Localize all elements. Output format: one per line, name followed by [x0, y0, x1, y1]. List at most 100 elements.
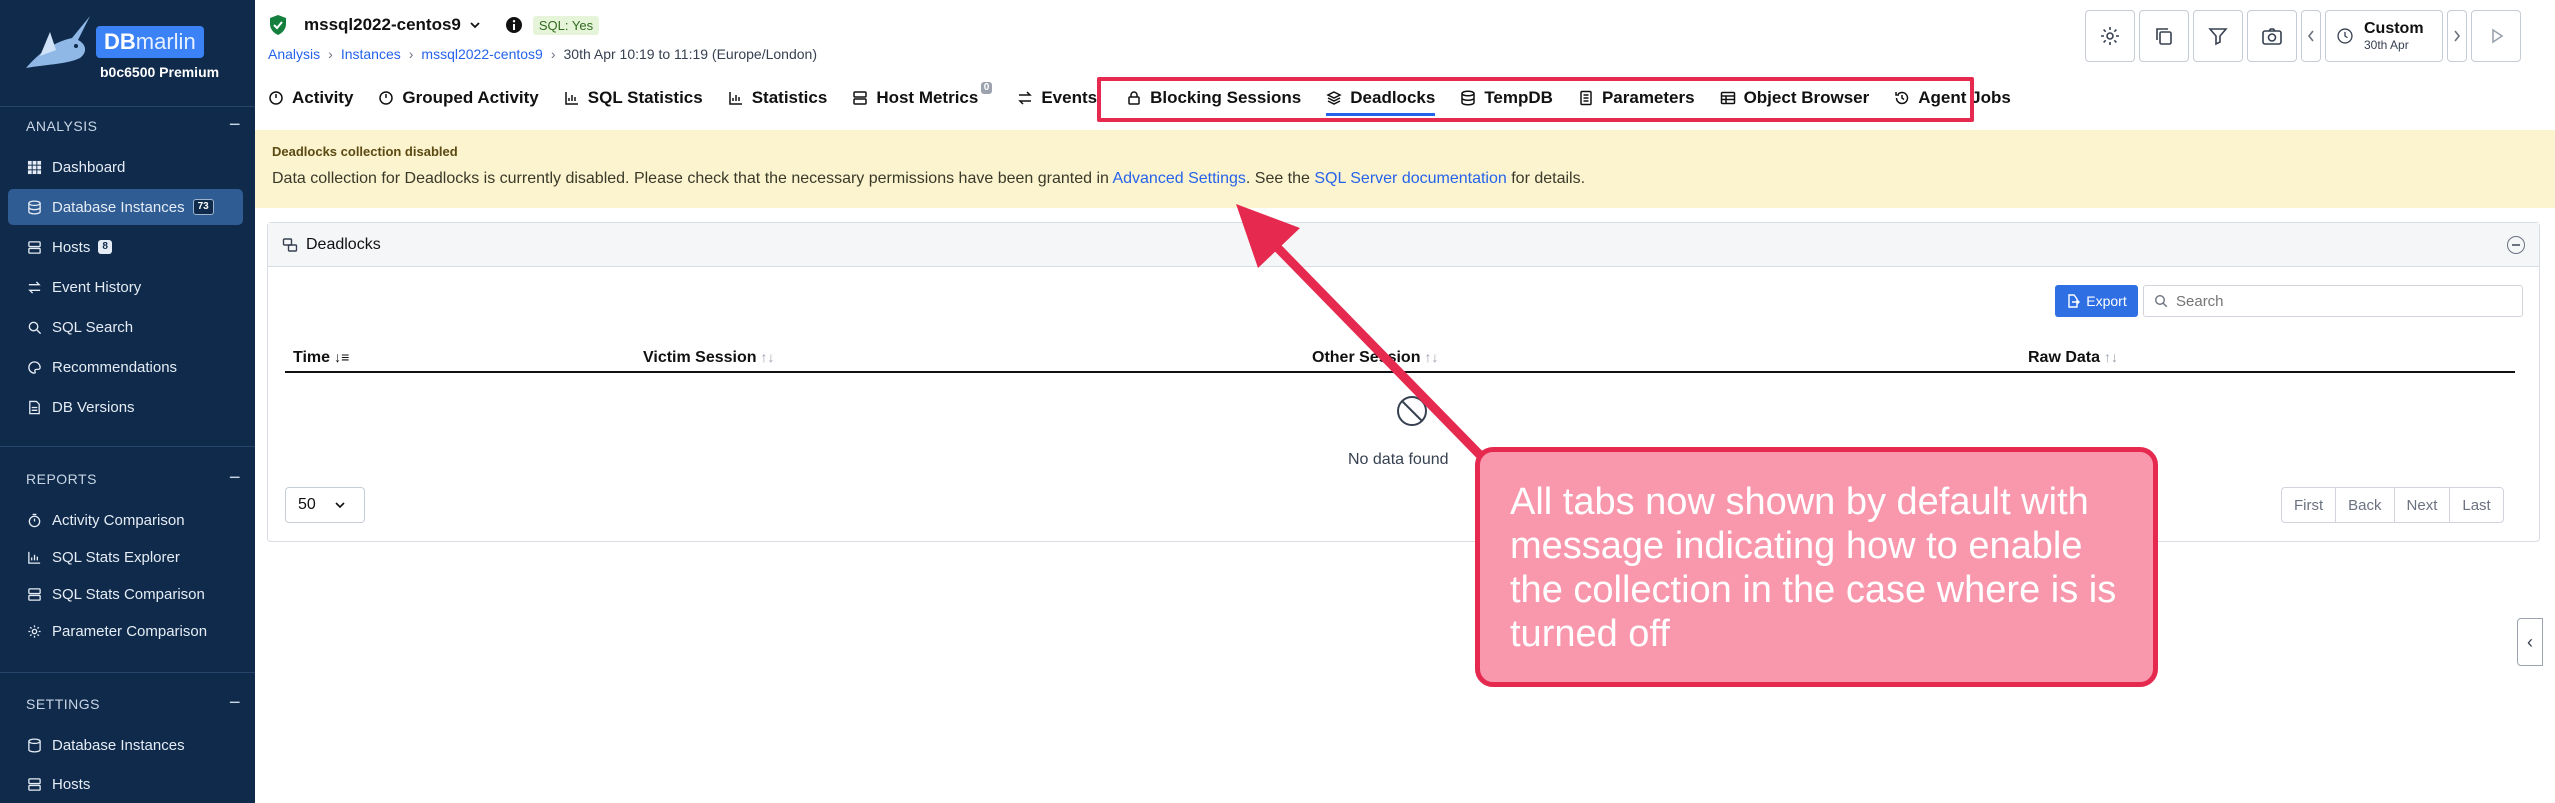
- count-badge: 8: [98, 240, 112, 254]
- marlin-logo-icon: [26, 16, 90, 68]
- sidebar-item-label: Hosts: [52, 775, 91, 793]
- chevron-left-icon: [2307, 30, 2314, 42]
- panel-title: Deadlocks: [306, 235, 381, 253]
- tab-label: Statistics: [751, 88, 828, 107]
- sidebar-item-sql-stats-comparison[interactable]: SQL Stats Comparison: [8, 576, 243, 612]
- logo[interactable]: DBmarlin b0c6500 Premium: [20, 12, 250, 92]
- filter-button[interactable]: [2193, 10, 2243, 62]
- breadcrumb-instances[interactable]: Instances: [341, 46, 401, 62]
- breadcrumb-analysis[interactable]: Analysis: [268, 46, 320, 62]
- chart-icon: [728, 92, 742, 105]
- sidebar-item-settings-hosts[interactable]: Hosts: [8, 766, 243, 802]
- sort-desc-icon[interactable]: ↓≡: [334, 349, 349, 365]
- column-label: Time: [293, 349, 331, 366]
- copy-button[interactable]: [2139, 10, 2189, 62]
- first-page-button[interactable]: First: [2282, 488, 2337, 522]
- search-input[interactable]: [2176, 292, 2496, 310]
- server-icon: [853, 91, 868, 105]
- sidebar-item-dashboard[interactable]: Dashboard: [8, 149, 243, 185]
- sidebar-item-activity-comparison[interactable]: Activity Comparison: [8, 502, 243, 538]
- timer-icon: [379, 91, 394, 105]
- sidebar-item-event-history[interactable]: Event History: [8, 269, 243, 305]
- collapse-icon[interactable]: −: [229, 692, 241, 715]
- sidebar-item-label: Recommendations: [52, 358, 178, 376]
- play-button[interactable]: [2471, 10, 2521, 62]
- column-other-session[interactable]: Other Session ↑↓: [1312, 349, 1438, 367]
- sort-icon[interactable]: ↑↓: [1424, 349, 1438, 365]
- sidebar-item-sql-search[interactable]: SQL Search: [8, 309, 243, 345]
- instance-selector[interactable]: mssql2022-centos9: [304, 15, 481, 35]
- divider: [0, 106, 255, 107]
- info-icon[interactable]: [505, 16, 523, 34]
- section-reports[interactable]: REPORTS −: [26, 467, 241, 489]
- column-victim-session[interactable]: Victim Session ↑↓: [643, 349, 775, 367]
- annotation-text: All tabs now shown by default with messa…: [1510, 481, 2117, 655]
- sidebar-item-label: DB Versions: [52, 398, 135, 416]
- collapse-panel-icon[interactable]: [2507, 236, 2525, 254]
- sidebar-item-label: SQL Stats Comparison: [52, 585, 205, 603]
- advanced-settings-link[interactable]: Advanced Settings: [1112, 170, 1245, 187]
- column-raw-data[interactable]: Raw Data ↑↓: [2028, 349, 2118, 367]
- sidebar-item-hosts[interactable]: Hosts 8: [8, 229, 243, 265]
- time-back-button[interactable]: [2301, 10, 2321, 62]
- tab-statistics[interactable]: Statistics: [728, 84, 828, 112]
- section-label: REPORTS: [26, 471, 97, 487]
- section-label: SETTINGS: [26, 696, 101, 712]
- time-range-button[interactable]: Custom 30th Apr: [2325, 10, 2443, 62]
- collapse-icon[interactable]: −: [229, 114, 241, 137]
- chevron-left-icon: ‹: [2527, 631, 2533, 652]
- sql-status-badge: SQL: Yes: [532, 15, 600, 35]
- sidebar-item-label: SQL Search: [52, 318, 134, 336]
- section-settings[interactable]: SETTINGS −: [26, 692, 241, 714]
- settings-button[interactable]: [2085, 10, 2135, 62]
- export-label: Export: [2086, 293, 2127, 309]
- next-page-button[interactable]: Next: [2395, 488, 2451, 522]
- tab-activity[interactable]: Activity: [268, 84, 353, 112]
- tab-label: Host Metrics: [876, 88, 979, 107]
- snapshot-button[interactable]: [2247, 10, 2297, 62]
- tab-label: SQL Statistics: [587, 88, 703, 107]
- sidebar-item-db-versions[interactable]: DB Versions: [8, 389, 243, 425]
- shield-check-icon: [270, 15, 286, 35]
- tab-label: Grouped Activity: [402, 88, 539, 107]
- tabs-highlight-box: [1097, 77, 1974, 122]
- sidebar-item-settings-database-instances[interactable]: Database Instances: [8, 727, 243, 763]
- tab-events[interactable]: Events: [1017, 84, 1097, 112]
- database-icon: [26, 199, 42, 215]
- tab-label: Activity: [292, 88, 354, 107]
- search-field[interactable]: [2143, 285, 2523, 317]
- sidebar-item-label: Activity Comparison: [52, 511, 185, 529]
- sidebar-item-database-instances[interactable]: Database Instances 73: [8, 189, 243, 225]
- export-button[interactable]: Export: [2055, 285, 2138, 317]
- time-forward-button[interactable]: [2447, 10, 2467, 62]
- chevron-right-icon: [2454, 30, 2461, 42]
- section-analysis[interactable]: ANALYSIS −: [26, 114, 241, 136]
- banner-text: . See the: [1245, 170, 1315, 187]
- export-icon: [2068, 294, 2081, 308]
- previous-page-button[interactable]: Back: [2336, 488, 2395, 522]
- tab-grouped-activity[interactable]: Grouped Activity: [378, 84, 539, 112]
- palette-icon: [26, 359, 42, 375]
- page-size-value: 50: [298, 496, 316, 513]
- panel-header: Deadlocks: [268, 223, 2539, 267]
- sidebar-item-sql-stats-explorer[interactable]: SQL Stats Explorer: [8, 539, 243, 575]
- page-size-select[interactable]: 50: [285, 487, 365, 523]
- table-header: Time ↓≡ Victim Session ↑↓ Other Session ↑↓ …: [285, 343, 2515, 373]
- document-icon: [26, 399, 42, 415]
- count-badge: 0: [980, 82, 993, 94]
- banner-message: Data collection for Deadlocks is current…: [272, 170, 1585, 188]
- tab-sql-statistics[interactable]: SQL Statistics: [564, 84, 703, 112]
- side-panel-toggle[interactable]: ‹: [2517, 618, 2543, 666]
- collapse-icon[interactable]: −: [229, 467, 241, 490]
- column-label: Raw Data: [2028, 349, 2101, 366]
- column-time[interactable]: Time ↓≡: [293, 349, 349, 367]
- timer-icon: [26, 512, 42, 528]
- sort-icon[interactable]: ↑↓: [761, 349, 775, 365]
- tab-host-metrics[interactable]: Host Metrics 0: [852, 82, 993, 112]
- sort-icon[interactable]: ↑↓: [2104, 349, 2118, 365]
- sidebar-item-recommendations[interactable]: Recommendations: [8, 349, 243, 385]
- breadcrumb-instance[interactable]: mssql2022-centos9: [421, 46, 542, 62]
- last-page-button[interactable]: Last: [2450, 488, 2502, 522]
- sidebar-item-parameter-comparison[interactable]: Parameter Comparison: [8, 613, 243, 649]
- sql-server-documentation-link[interactable]: SQL Server documentation: [1314, 170, 1506, 187]
